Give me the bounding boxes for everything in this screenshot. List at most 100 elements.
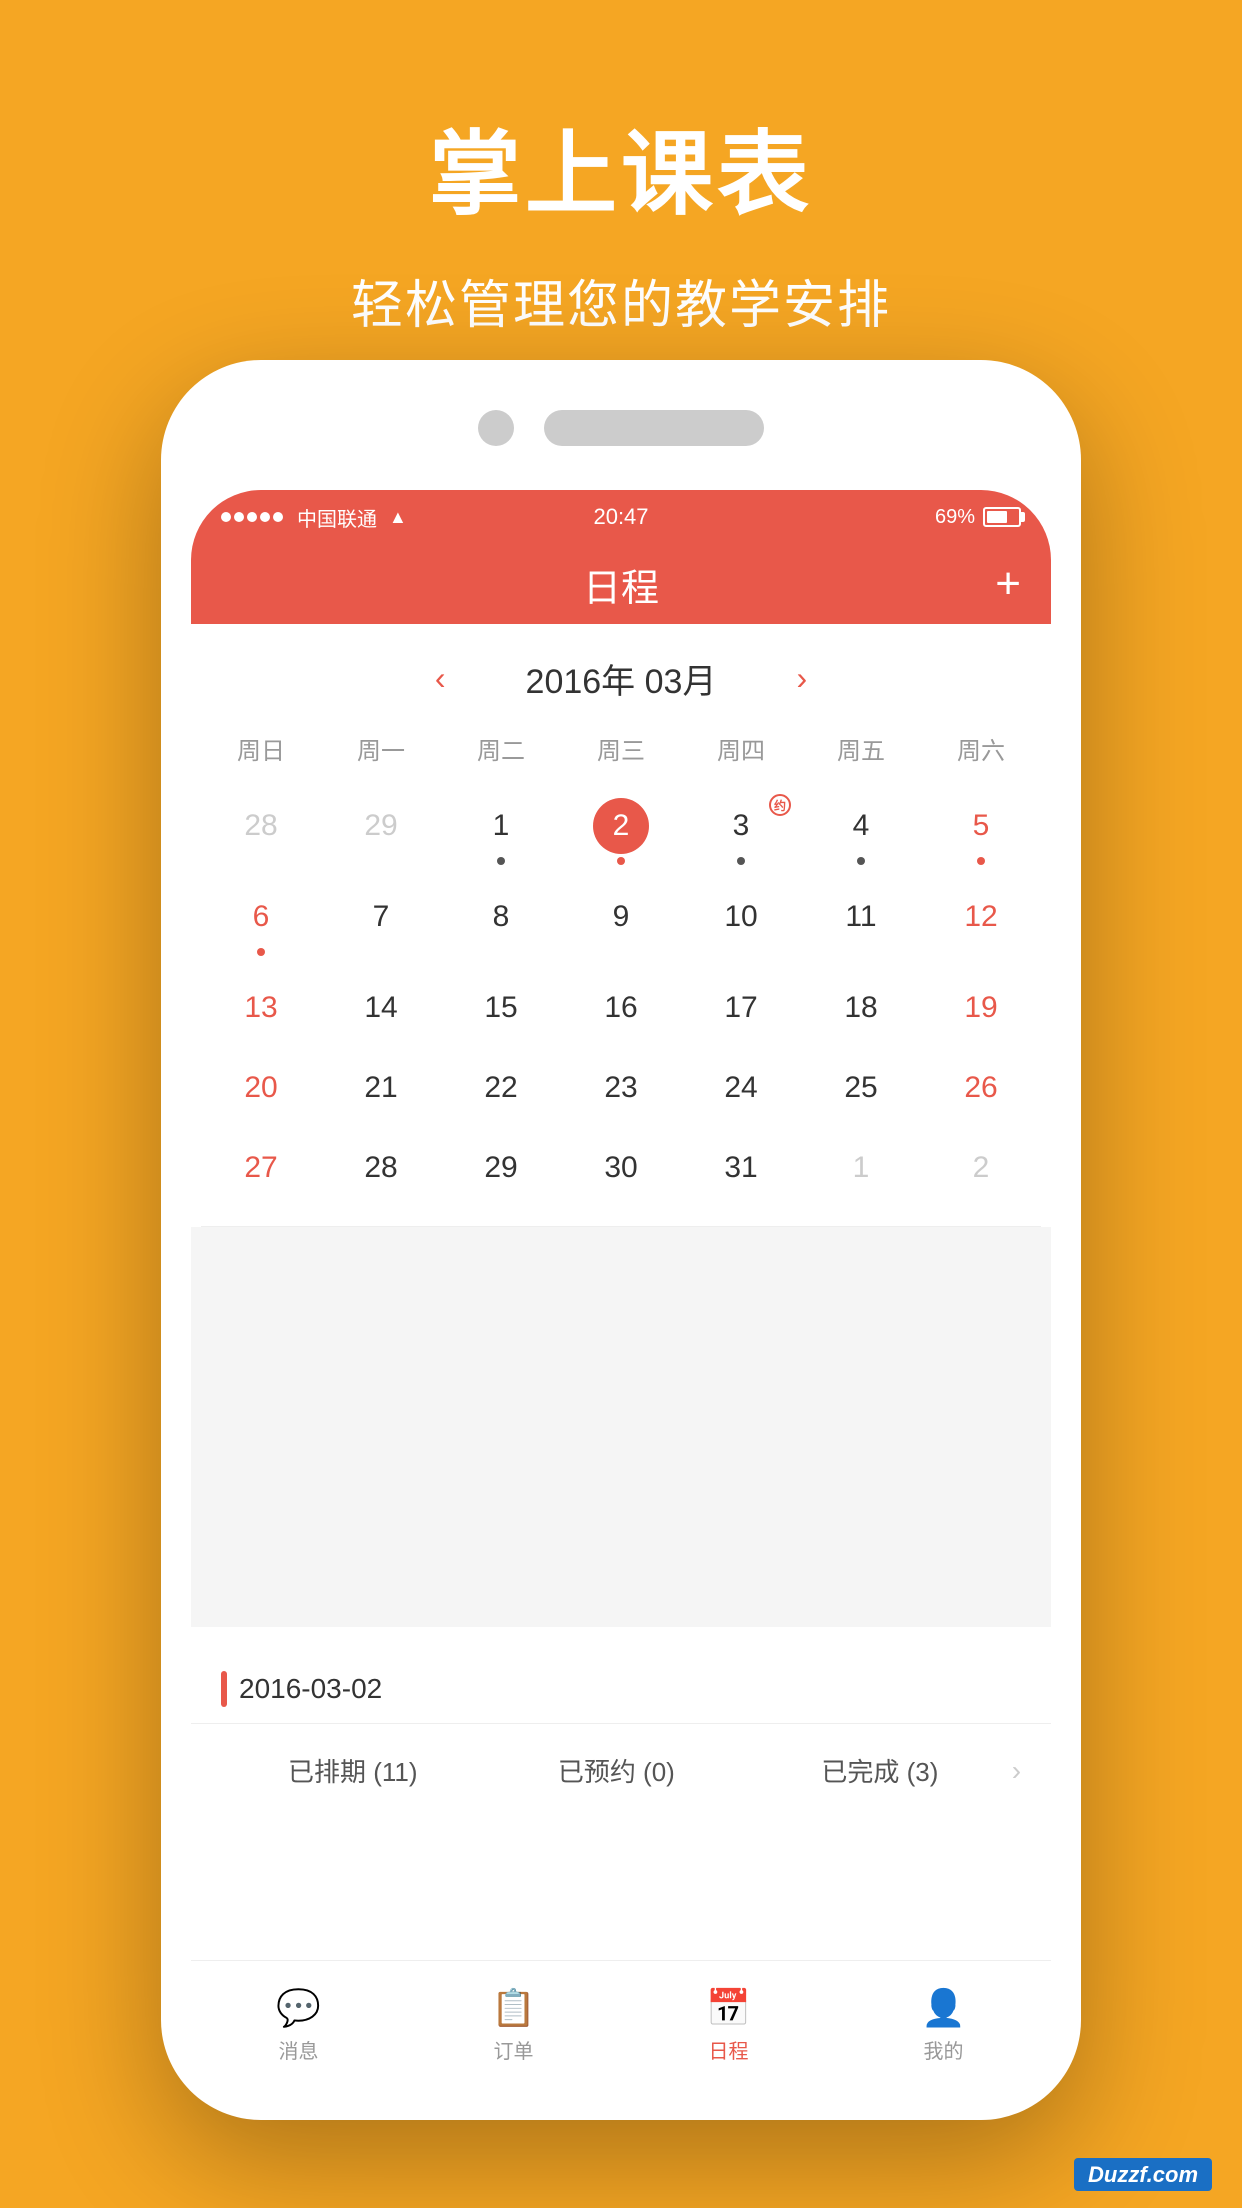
phone-mockup: 中国联通 ▲ 20:47 69% 日程 + ‹ 2016年 03月: [161, 360, 1081, 2120]
next-month-button[interactable]: ›: [796, 660, 807, 697]
calendar-day: 9: [593, 889, 649, 945]
calendar-cell[interactable]: 26: [921, 1046, 1041, 1126]
calendar-cell[interactable]: 7: [321, 875, 441, 966]
calendar-cell[interactable]: 20: [201, 1046, 321, 1126]
calendar-cell[interactable]: 3约: [681, 784, 801, 875]
event-dot: [257, 948, 265, 956]
day-header: 周四: [681, 723, 801, 774]
calendar-cell[interactable]: 6: [201, 875, 321, 966]
calendar-cell[interactable]: 29: [321, 784, 441, 875]
calendar-cell[interactable]: 21: [321, 1046, 441, 1126]
date-indicator: [221, 1671, 227, 1707]
calendar-cell[interactable]: 2: [921, 1126, 1041, 1206]
calendar-cell[interactable]: 1: [801, 1126, 921, 1206]
hero-subtitle: 轻松管理您的教学安排: [0, 263, 1242, 338]
tab-icon-日程: 📅: [706, 1987, 751, 2029]
calendar-day: 17: [713, 980, 769, 1036]
calendar-day: 2: [953, 1140, 1009, 1196]
tab-icon-我的: 👤: [921, 1987, 966, 2029]
calendar-day: 7: [353, 889, 409, 945]
phone-top: [161, 410, 1081, 446]
calendar-cell[interactable]: 15: [441, 966, 561, 1046]
tab-item-日程[interactable]: 📅 日程: [621, 1987, 836, 2064]
calendar-day: 23: [593, 1060, 649, 1116]
tab-item-我的[interactable]: 👤我的: [836, 1987, 1051, 2064]
calendar-day: 8: [473, 889, 529, 945]
calendar-cell[interactable]: 11: [801, 875, 921, 966]
event-dot: [977, 857, 985, 865]
status-time: 20:47: [593, 504, 648, 529]
calendar-cell[interactable]: 25: [801, 1046, 921, 1126]
calendar-cell[interactable]: 4: [801, 784, 921, 875]
calendar-cell[interactable]: 13: [201, 966, 321, 1046]
month-nav: ‹ 2016年 03月 ›: [191, 624, 1051, 723]
calendar-day: 21: [353, 1060, 409, 1116]
calendar-cell[interactable]: 31: [681, 1126, 801, 1206]
calendar-cell[interactable]: 30: [561, 1126, 681, 1206]
calendar-cell[interactable]: 18: [801, 966, 921, 1046]
calendar-day: 24: [713, 1060, 769, 1116]
add-button[interactable]: +: [995, 562, 1021, 606]
calendar-day: 4: [833, 798, 889, 854]
phone-camera: [478, 410, 514, 446]
date-section: 2016-03-02: [191, 1647, 1051, 1723]
tab-item-消息[interactable]: 💬消息: [191, 1987, 406, 2064]
calendar-day: 19: [953, 980, 1009, 1036]
calendar-day: 3: [713, 798, 769, 854]
battery-icon: [983, 507, 1021, 527]
calendar-cell[interactable]: 19: [921, 966, 1041, 1046]
date-label: 2016-03-02: [239, 1673, 382, 1705]
calendar-cell[interactable]: 28: [321, 1126, 441, 1206]
calendar-cell[interactable]: 28: [201, 784, 321, 875]
day-header: 周日: [201, 723, 321, 774]
tab-item-订单[interactable]: 📋 订单: [406, 1987, 621, 2064]
calendar-cell[interactable]: 29: [441, 1126, 561, 1206]
calendar-cell[interactable]: 5: [921, 784, 1041, 875]
tab-icon-订单: 📋: [491, 1987, 536, 2029]
month-title: 2016年 03月: [526, 654, 717, 703]
calendar-day: 28: [233, 798, 289, 854]
calendar-cell[interactable]: 12: [921, 875, 1041, 966]
summary-row[interactable]: 已排期 (11) 已预约 (0) 已完成 (3) ›: [191, 1723, 1051, 1817]
calendar-day: 13: [233, 980, 289, 1036]
calendar-cell[interactable]: 27: [201, 1126, 321, 1206]
calendar-day: 15: [473, 980, 529, 1036]
calendar-day: 5: [953, 798, 1009, 854]
summary-scheduled: 已排期 (11): [221, 1752, 485, 1789]
calendar-cell[interactable]: 1: [441, 784, 561, 875]
calendar-cell[interactable]: 10: [681, 875, 801, 966]
calendar-grid: 2829123约45678910111213141516171819202122…: [191, 784, 1051, 1206]
content-area: [191, 1227, 1051, 1627]
event-indicator: 约: [769, 794, 791, 816]
calendar-day: 2: [593, 798, 649, 854]
status-bar: 中国联通 ▲ 20:47 69%: [191, 490, 1051, 544]
tab-bar: 💬消息 📋 订单 📅 日程 👤我的: [191, 1960, 1051, 2090]
calendar-container: ‹ 2016年 03月 › 周日周一周二周三周四周五周六 2829123约456…: [191, 624, 1051, 1226]
calendar-cell[interactable]: 9: [561, 875, 681, 966]
calendar-cell[interactable]: 17: [681, 966, 801, 1046]
tab-label-日程: 日程: [709, 2035, 749, 2064]
tab-icon-消息: 💬: [276, 1987, 321, 2029]
calendar-day: 14: [353, 980, 409, 1036]
calendar-day: 11: [833, 889, 889, 945]
calendar-cell[interactable]: 22: [441, 1046, 561, 1126]
calendar-day: 28: [353, 1140, 409, 1196]
calendar-day: 25: [833, 1060, 889, 1116]
day-header: 周六: [921, 723, 1041, 774]
calendar-cell[interactable]: 2: [561, 784, 681, 875]
calendar-cell[interactable]: 14: [321, 966, 441, 1046]
tab-label-订单: 订单: [494, 2035, 534, 2064]
event-dot: [497, 857, 505, 865]
calendar-cell[interactable]: 8: [441, 875, 561, 966]
calendar-cell[interactable]: 23: [561, 1046, 681, 1126]
calendar-day: 31: [713, 1140, 769, 1196]
prev-month-button[interactable]: ‹: [435, 660, 446, 697]
app-header: 日程 +: [191, 544, 1051, 624]
calendar-cell[interactable]: 16: [561, 966, 681, 1046]
calendar-cell[interactable]: 24: [681, 1046, 801, 1126]
watermark-logo: Duzzf.com: [1074, 2158, 1212, 2191]
calendar-day: 18: [833, 980, 889, 1036]
day-header: 周二: [441, 723, 561, 774]
calendar-day: 20: [233, 1060, 289, 1116]
calendar-day: 22: [473, 1060, 529, 1116]
